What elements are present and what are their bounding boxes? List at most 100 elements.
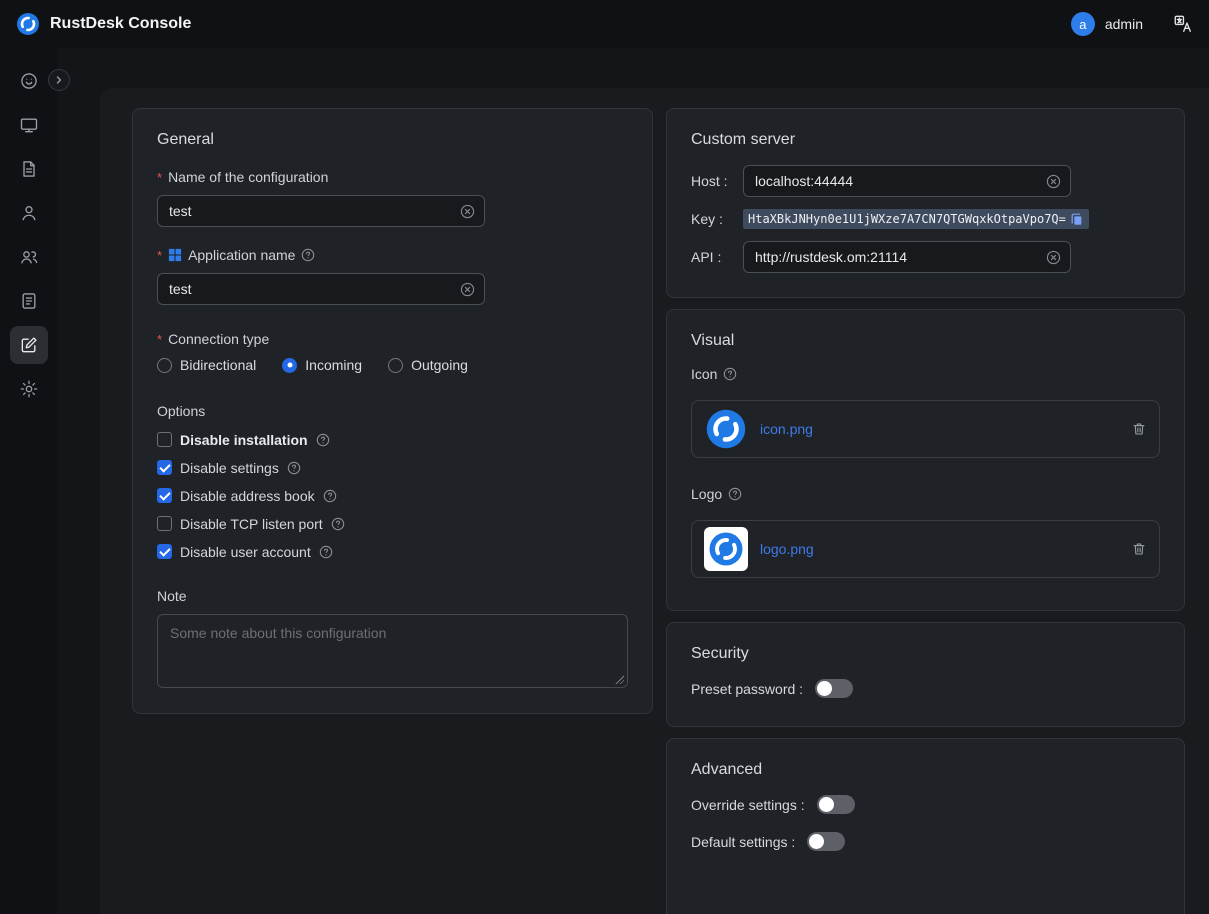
name-input-wrap xyxy=(157,195,485,227)
radio-icon[interactable] xyxy=(388,358,403,373)
default-settings-toggle[interactable] xyxy=(807,832,845,851)
avatar[interactable]: a xyxy=(1071,12,1095,36)
key-value[interactable]: HtaXBkJNHyn0e1U1jWXze7A7CN7QTGWqxkOtpaVp… xyxy=(748,212,1066,226)
name-input[interactable] xyxy=(167,202,454,220)
api-input[interactable] xyxy=(753,248,1040,266)
brand: RustDesk Console xyxy=(16,12,191,36)
api-input-wrap xyxy=(743,241,1071,273)
user-icon xyxy=(19,203,39,223)
key-value-wrap[interactable]: HtaXBkJNHyn0e1U1jWXze7A7CN7QTGWqxkOtpaVp… xyxy=(743,209,1089,229)
user-name[interactable]: admin xyxy=(1105,16,1143,32)
custom-server-title: Custom server xyxy=(691,131,1160,149)
sidebar-item-documents[interactable] xyxy=(10,150,48,188)
sidebar-item-groups[interactable] xyxy=(10,238,48,276)
application-name-input[interactable] xyxy=(167,280,454,298)
required-marker: * xyxy=(157,249,162,262)
content-panel: General * Name of the configuration * Ap… xyxy=(100,88,1209,914)
clear-icon[interactable] xyxy=(1046,174,1061,189)
visual-card: Visual Icon icon.png Logo logo.png xyxy=(666,309,1185,611)
help-icon[interactable] xyxy=(723,367,737,381)
trash-icon[interactable] xyxy=(1131,421,1147,437)
icon-file-link[interactable]: icon.png xyxy=(760,421,1119,437)
note-label: Note xyxy=(157,588,628,604)
checkbox-icon-checked[interactable] xyxy=(157,544,172,559)
sidebar-item-status[interactable] xyxy=(10,62,48,100)
sidebar-item-settings[interactable] xyxy=(10,370,48,408)
radio-bidirectional[interactable]: Bidirectional xyxy=(157,357,256,373)
required-marker: * xyxy=(157,333,162,346)
api-label: API : xyxy=(691,249,743,265)
checkbox-disable-installation[interactable]: Disable installation xyxy=(157,429,628,450)
radio-incoming[interactable]: Incoming xyxy=(282,357,362,373)
logo-file-link[interactable]: logo.png xyxy=(760,541,1119,557)
note-textarea[interactable] xyxy=(157,614,628,688)
help-icon[interactable] xyxy=(728,487,742,501)
options-label: Options xyxy=(157,403,628,419)
sidebar-item-logs[interactable] xyxy=(10,282,48,320)
translate-icon[interactable] xyxy=(1173,14,1193,34)
application-name-input-wrap xyxy=(157,273,485,305)
name-field-label: * Name of the configuration xyxy=(157,169,628,185)
general-title: General xyxy=(157,131,628,149)
help-icon[interactable] xyxy=(323,489,337,503)
checkbox-icon-checked[interactable] xyxy=(157,460,172,475)
connection-type-radio-group: Bidirectional Incoming Outgoing xyxy=(157,357,628,373)
logo-thumbnail xyxy=(704,527,748,571)
sidebar-item-users[interactable] xyxy=(10,194,48,232)
custom-server-card: Custom server Host : Key : HtaXBkJNHyn0e… xyxy=(666,108,1185,298)
application-name-label: * Application name xyxy=(157,247,628,263)
checkbox-disable-user-account[interactable]: Disable user account xyxy=(157,541,628,562)
connection-type-label: * Connection type xyxy=(157,331,628,347)
host-input-wrap xyxy=(743,165,1071,197)
checkbox-icon-checked[interactable] xyxy=(157,488,172,503)
sidebar-expand-button[interactable] xyxy=(48,69,70,91)
header-right: a admin xyxy=(1071,12,1193,36)
checkbox-icon[interactable] xyxy=(157,432,172,447)
visual-title: Visual xyxy=(691,332,1160,350)
host-input[interactable] xyxy=(753,172,1040,190)
checkbox-disable-settings[interactable]: Disable settings xyxy=(157,457,628,478)
checkbox-disable-tcp-listen-port[interactable]: Disable TCP listen port xyxy=(157,513,628,534)
security-card: Security Preset password : xyxy=(666,622,1185,727)
icon-file-row: icon.png xyxy=(691,400,1160,458)
preset-password-label: Preset password : xyxy=(691,681,803,697)
override-settings-toggle[interactable] xyxy=(817,795,855,814)
edit-icon xyxy=(19,335,39,355)
rustdesk-logo-icon xyxy=(16,12,40,36)
override-settings-row: Override settings : xyxy=(691,795,1160,814)
trash-icon[interactable] xyxy=(1131,541,1147,557)
key-row: Key : HtaXBkJNHyn0e1U1jWXze7A7CN7QTGWqxk… xyxy=(691,209,1160,229)
journal-icon xyxy=(19,291,39,311)
chevron-right-icon xyxy=(53,74,65,86)
clear-icon[interactable] xyxy=(460,204,475,219)
checkbox-disable-address-book[interactable]: Disable address book xyxy=(157,485,628,506)
radio-icon[interactable] xyxy=(157,358,172,373)
preset-password-row: Preset password : xyxy=(691,679,1160,698)
help-icon[interactable] xyxy=(316,433,330,447)
help-icon[interactable] xyxy=(319,545,333,559)
app-title: RustDesk Console xyxy=(50,15,191,33)
help-icon[interactable] xyxy=(287,461,301,475)
icon-thumbnail xyxy=(704,407,748,451)
sidebar-item-devices[interactable] xyxy=(10,106,48,144)
help-icon[interactable] xyxy=(331,517,345,531)
logo-label: Logo xyxy=(691,486,1160,502)
required-marker: * xyxy=(157,171,162,184)
sidebar-item-custom-clients[interactable] xyxy=(10,326,48,364)
host-row: Host : xyxy=(691,165,1160,197)
radio-outgoing[interactable]: Outgoing xyxy=(388,357,468,373)
clear-icon[interactable] xyxy=(460,282,475,297)
help-icon[interactable] xyxy=(301,248,315,262)
document-icon xyxy=(19,159,39,179)
advanced-card: Advanced Override settings : Default set… xyxy=(666,738,1185,914)
default-settings-label: Default settings : xyxy=(691,834,795,850)
clear-icon[interactable] xyxy=(1046,250,1061,265)
radio-icon-selected[interactable] xyxy=(282,358,297,373)
preset-password-toggle[interactable] xyxy=(815,679,853,698)
api-row: API : xyxy=(691,241,1160,273)
default-settings-row: Default settings : xyxy=(691,832,1160,851)
general-card: General * Name of the configuration * Ap… xyxy=(132,108,653,714)
monitor-icon xyxy=(19,115,39,135)
checkbox-icon[interactable] xyxy=(157,516,172,531)
copy-icon[interactable] xyxy=(1070,212,1084,226)
